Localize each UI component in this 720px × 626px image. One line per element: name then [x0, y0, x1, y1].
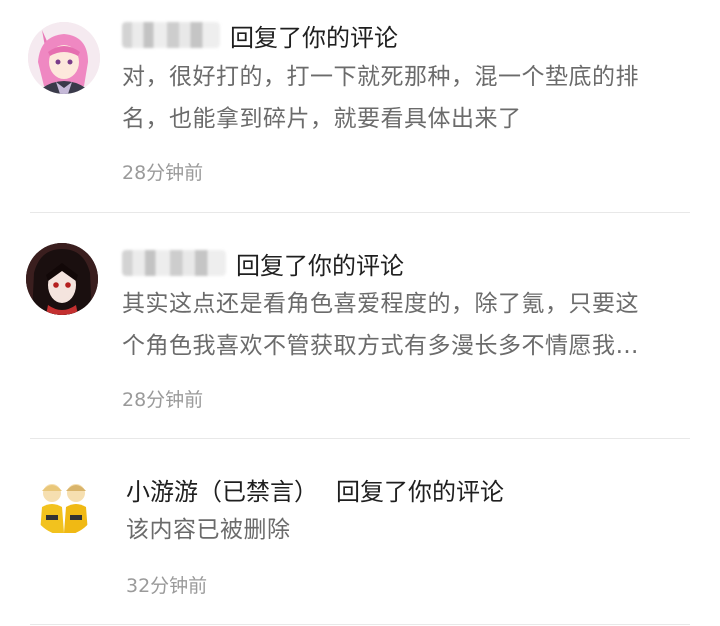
blurred-username[interactable]: [122, 22, 220, 48]
notification-title: 回复了你的评论: [122, 15, 398, 55]
pink-hair-anime-avatar-icon: [28, 22, 100, 94]
notification-item[interactable]: 回复了你的评论 对，很好打的，打一下就死那种，混一个垫底的排 名，也能拿到碎片，…: [0, 0, 720, 212]
timestamp: 32分钟前: [126, 575, 208, 597]
content-line: 该内容已被删除: [126, 517, 291, 543]
username[interactable]: 小游游（已禁言）: [126, 472, 318, 507]
action-text: 回复了你的评论: [336, 477, 504, 506]
avatar[interactable]: [32, 471, 96, 535]
yellow-characters-avatar-icon: [32, 471, 96, 535]
notification-title: 小游游（已禁言） 回复了你的评论: [126, 469, 504, 509]
content-line: 个角色我喜欢不管获取方式有多漫长多不情愿我…: [122, 333, 639, 359]
content-line: 名，也能拿到碎片，就要看具体出来了: [122, 106, 522, 132]
content-line: 其实这点还是看角色喜爱程度的，除了氪，只要这: [122, 291, 639, 317]
notification-title: 回复了你的评论: [122, 243, 404, 283]
content-line: 对，很好打的，打一下就死那种，混一个垫底的排: [122, 64, 639, 90]
notification-item[interactable]: 回复了你的评论 其实这点还是看角色喜爱程度的，除了氪，只要这 个角色我喜欢不管获…: [0, 213, 720, 438]
comment-content[interactable]: 该内容已被删除: [126, 509, 686, 551]
action-text: 回复了你的评论: [236, 251, 404, 280]
timestamp: 28分钟前: [122, 162, 204, 184]
comment-content[interactable]: 对，很好打的，打一下就死那种，混一个垫底的排 名，也能拿到碎片，就要看具体出来了: [122, 56, 702, 140]
divider: [30, 624, 690, 625]
timestamp: 28分钟前: [122, 389, 204, 411]
notification-item[interactable]: 小游游（已禁言） 回复了你的评论 该内容已被删除 32分钟前: [0, 439, 720, 626]
comment-content[interactable]: 其实这点还是看角色喜爱程度的，除了氪，只要这 个角色我喜欢不管获取方式有多漫长多…: [122, 283, 702, 367]
action-text: 回复了你的评论: [230, 23, 398, 52]
avatar[interactable]: [28, 22, 100, 94]
blurred-username[interactable]: [122, 250, 226, 276]
dark-hair-anime-avatar-icon: [26, 243, 98, 315]
avatar[interactable]: [26, 243, 98, 315]
